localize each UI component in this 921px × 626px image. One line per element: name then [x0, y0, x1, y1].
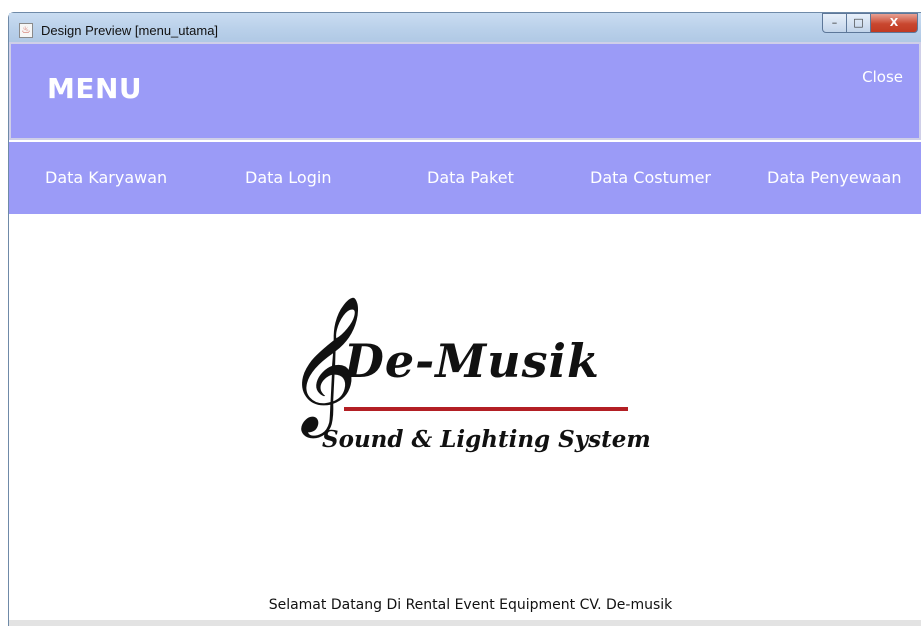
close-window-button[interactable]: X — [871, 13, 918, 33]
maximize-button[interactable]: □ — [847, 13, 871, 33]
window-controls: – □ X — [822, 13, 918, 35]
brand-name: De-Musik — [344, 334, 600, 388]
nav-item-data-login[interactable]: Data Login — [245, 168, 331, 187]
close-link[interactable]: Close — [862, 68, 903, 86]
java-app-icon: ♨ — [19, 23, 33, 38]
nav-item-data-costumer[interactable]: Data Costumer — [590, 168, 711, 187]
nav-item-data-penyewaan[interactable]: Data Penyewaan — [767, 168, 902, 187]
treble-clef-icon: 𝄞 — [282, 294, 352, 432]
page-title: MENU — [47, 72, 143, 105]
nav-item-data-karyawan[interactable]: Data Karyawan — [45, 168, 167, 187]
nav-item-data-paket[interactable]: Data Paket — [427, 168, 514, 187]
nav-bar: Data Karyawan Data Login Data Paket Data… — [9, 142, 921, 214]
menu-header: MENU Close — [9, 42, 921, 140]
brand-tagline: Sound & Lighting System — [322, 426, 651, 453]
brand-underline — [344, 407, 628, 411]
minimize-button[interactable]: – — [822, 13, 847, 33]
window-bottom-edge — [9, 620, 921, 626]
welcome-message: Selamat Datang Di Rental Event Equipment… — [268, 597, 673, 613]
company-logo: 𝄞 De-Musik Sound & Lighting System — [272, 304, 651, 473]
window-title: Design Preview [menu_utama] — [41, 23, 219, 38]
